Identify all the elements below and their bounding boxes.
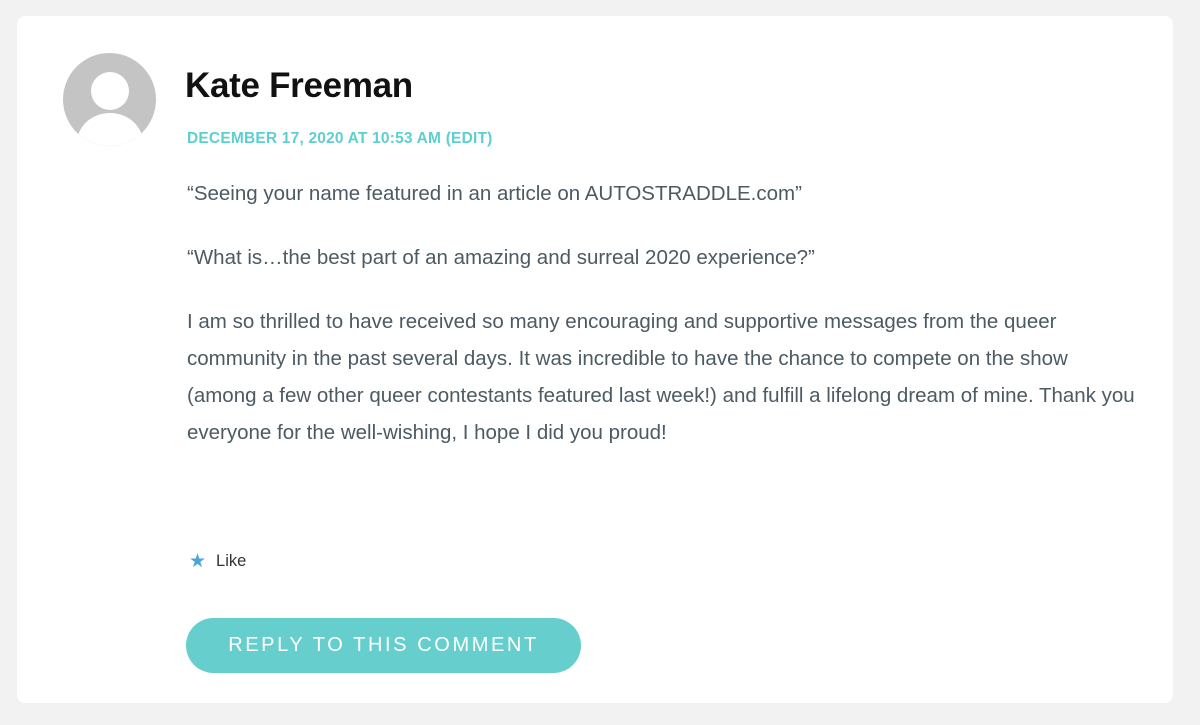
like-button[interactable]: ★ Like bbox=[189, 552, 246, 571]
reply-button[interactable]: REPLY TO THIS COMMENT bbox=[186, 618, 581, 673]
avatar-head bbox=[91, 72, 129, 110]
like-label: Like bbox=[216, 552, 247, 570]
comment-paragraph: “Seeing your name featured in an article… bbox=[187, 182, 802, 205]
star-icon: ★ bbox=[189, 551, 207, 572]
comment-meta: DECEMBER 17, 2020 AT 10:53 AM (EDIT) bbox=[187, 130, 493, 148]
comment-author: Kate Freeman bbox=[185, 66, 413, 105]
comment-card: Kate Freeman DECEMBER 17, 2020 AT 10:53 … bbox=[17, 16, 1173, 703]
comment-date-link[interactable]: DECEMBER 17, 2020 AT 10:53 AM bbox=[187, 130, 441, 147]
edit-link[interactable]: (EDIT) bbox=[446, 130, 493, 147]
comment-paragraph: “What is…the best part of an amazing and… bbox=[187, 246, 815, 269]
avatar-shoulders bbox=[77, 113, 143, 146]
comment-paragraph: I am so thrilled to have received so man… bbox=[187, 310, 1135, 444]
comment-body: “Seeing your name featured in an article… bbox=[187, 175, 1137, 478]
avatar bbox=[63, 53, 156, 146]
